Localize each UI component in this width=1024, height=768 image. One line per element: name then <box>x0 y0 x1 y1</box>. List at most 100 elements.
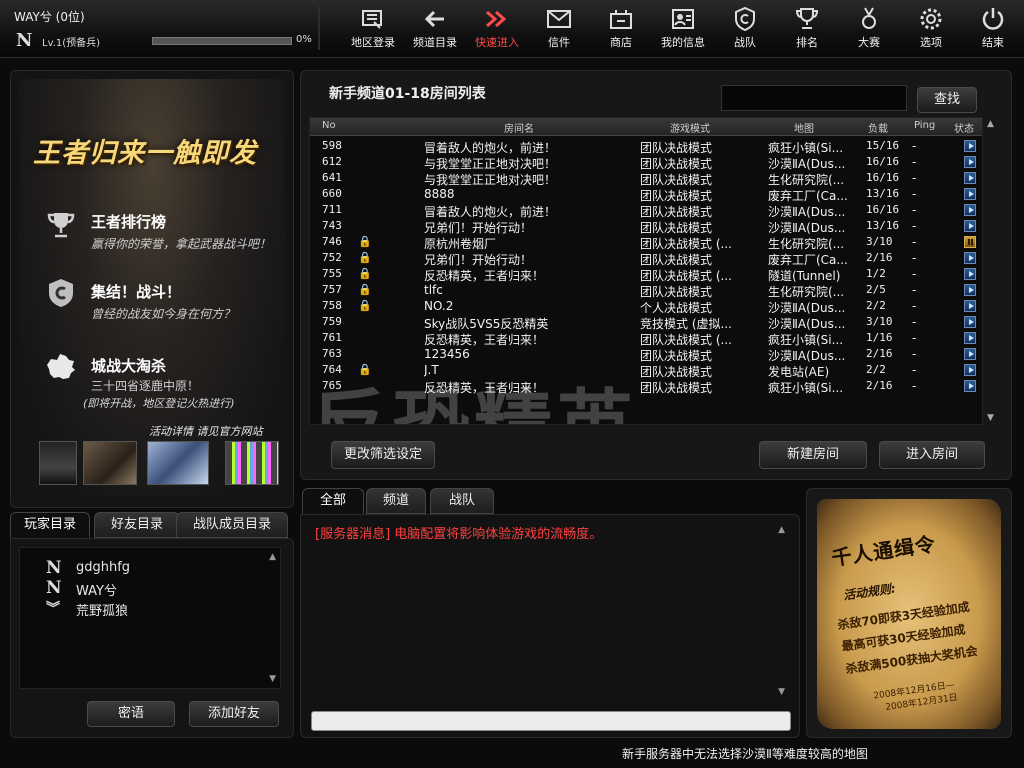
table-row[interactable]: 761 反恐精英，王者归来！ 团队决战模式 (... 疯狂小镇(Si... 1/16- <box>310 330 982 347</box>
nav-shop[interactable]: 商店 <box>590 4 652 52</box>
room-ping: - <box>912 203 917 217</box>
scroll-up-icon[interactable]: ▲ <box>269 552 276 562</box>
room-name: J.T <box>424 363 439 377</box>
player-list[interactable]: N gdghhfg N WAY兮 ︾ 荒野孤狼 ▲ ▼ <box>19 547 281 689</box>
table-row[interactable]: 763 123456 团队决战模式 沙漠ⅡA(Dus... 2/16- <box>310 346 982 363</box>
nav-mail[interactable]: 信件 <box>528 4 590 52</box>
promo-banner[interactable]: 王者归来一触即发 王者排行榜 赢得你的荣誉，拿起武器战斗吧！ 集结！战斗！ 曾经… <box>19 79 285 497</box>
nav-region-login[interactable]: 地区登录 <box>342 4 404 52</box>
power-icon <box>962 4 1024 32</box>
room-list-panel: 新手频道01-18房间列表 查找 反恐精英 No 房间名 游戏模式 地图 负载 … <box>300 70 1012 480</box>
scroll-down-icon[interactable]: ▼ <box>778 687 785 697</box>
feature-title: 王者排行榜 <box>91 213 167 231</box>
divider <box>318 6 320 50</box>
room-number: 612 <box>322 155 342 168</box>
room-ping: - <box>912 331 917 345</box>
nav-label: 选项 <box>920 36 942 49</box>
room-number: 761 <box>322 331 342 344</box>
col-mode[interactable]: 游戏模式 <box>670 120 710 135</box>
room-scrollbar[interactable]: ▲ ▼ <box>985 117 999 425</box>
tab-chat-all[interactable]: 全部 <box>302 488 364 514</box>
table-row[interactable]: 765 反恐精英，王者归来！ 团队决战模式 疯狂小镇(Si... 2/16 - <box>310 378 982 395</box>
table-row[interactable]: 598 冒着敌人的炮火，前进！ 团队决战模式 疯狂小镇(Si... 15/16- <box>310 138 982 155</box>
table-row[interactable]: 746 🔒 原杭州卷烟厂 团队决战模式 (... 生化研究院(... 3/10- <box>310 234 982 251</box>
xp-bar <box>152 37 292 45</box>
room-load: 2/16 <box>866 347 893 360</box>
nav-ranking[interactable]: 排名 <box>776 4 838 52</box>
room-ping: - <box>912 171 917 185</box>
shop-icon <box>590 4 652 32</box>
room-number: 746 <box>322 235 342 248</box>
poster-title: 千人通缉令 <box>830 531 938 571</box>
add-friend-button[interactable]: 添加好友 <box>189 701 279 727</box>
whisper-button[interactable]: 密语 <box>87 701 175 727</box>
chat-log[interactable]: [服务器消息] 电脑配置将影响体验游戏的流畅度。 ▲ ▼ <box>307 519 793 699</box>
room-load: 2/2 <box>866 363 886 376</box>
nav-exit[interactable]: 结束 <box>962 4 1024 52</box>
table-row[interactable]: 660 8888 团队决战模式 废弃工厂(Ca... 13/16- <box>310 186 982 203</box>
table-row[interactable]: 757 🔒 tlfc 团队决战模式 生化研究院(... 2/5- <box>310 282 982 299</box>
nav-channel-list[interactable]: 频道目录 <box>404 4 466 52</box>
scroll-up-icon[interactable]: ▲ <box>987 119 994 129</box>
search-button[interactable]: 查找 <box>917 87 977 113</box>
nav-tournament[interactable]: 大赛 <box>838 4 900 52</box>
col-map[interactable]: 地图 <box>794 120 814 135</box>
room-number: 755 <box>322 267 342 280</box>
play-status-icon <box>964 380 976 392</box>
table-row[interactable]: 759 Sky战队5VS5反恐精英 竞技模式 (虚拟... 沙漠ⅡA(Dus... 3/… <box>310 314 982 331</box>
promo-panel: 王者归来一触即发 王者排行榜 赢得你的荣誉，拿起武器战斗吧！ 集结！战斗！ 曾经… <box>10 70 294 508</box>
tab-player-list[interactable]: 玩家目录 <box>10 512 90 538</box>
tab-chat-channel[interactable]: 频道 <box>366 488 426 514</box>
col-no[interactable]: No <box>322 120 336 131</box>
list-item[interactable]: N gdghhfg <box>46 558 266 578</box>
play-status-icon <box>964 204 976 216</box>
scroll-down-icon[interactable]: ▼ <box>987 413 994 423</box>
col-ping[interactable]: Ping <box>914 120 935 131</box>
lock-icon: 🔒 <box>358 235 372 248</box>
tab-clan-members[interactable]: 战队成员目录 <box>176 512 288 538</box>
scroll-up-icon[interactable]: ▲ <box>778 525 785 535</box>
chat-input[interactable] <box>311 711 791 731</box>
nav-my-info[interactable]: 我的信息 <box>652 4 714 52</box>
poster-rule-label: 活动规则: <box>842 581 897 603</box>
table-row[interactable]: 755 🔒 反恐精英，王者归来！ 团队决战模式 (... 隧道(Tunnel) 1/2- <box>310 266 982 283</box>
room-search-input[interactable] <box>721 85 907 111</box>
player-name: WAY兮 (0位) <box>14 10 85 24</box>
tab-friend-list[interactable]: 好友目录 <box>94 512 180 538</box>
list-item[interactable]: ︾ 荒野孤狼 <box>46 598 266 619</box>
nav-label: 地区登录 <box>351 36 395 49</box>
room-load: 2/2 <box>866 299 886 312</box>
table-row[interactable]: 612 与我堂堂正正地对决吧！ 团队决战模式 沙漠ⅡA(Dus... 16/16- <box>310 154 982 171</box>
table-row[interactable]: 641 与我堂堂正正地对决吧！ 团队决战模式 生化研究院(... 16/16- <box>310 170 982 187</box>
room-number: 752 <box>322 251 342 264</box>
scroll-down-icon[interactable]: ▼ <box>269 674 276 684</box>
list-item[interactable]: N WAY兮 <box>46 578 266 599</box>
play-status-icon <box>964 332 976 344</box>
wanted-poster[interactable]: 千人通缉令 活动规则: 杀敌70即获3天经验加成 最高可获30天经验加成 杀敌满… <box>817 499 1001 729</box>
enter-room-button[interactable]: 进入房间 <box>879 441 985 469</box>
table-row[interactable]: 764 🔒 J.T 团队决战模式 发电站(AE) 2/2- <box>310 362 982 379</box>
tab-chat-clan[interactable]: 战队 <box>430 488 494 514</box>
room-number: 660 <box>322 187 342 200</box>
col-load[interactable]: 负载 <box>868 120 888 135</box>
col-room-name[interactable]: 房间名 <box>504 120 534 135</box>
nav-label: 快速进入 <box>475 36 519 49</box>
table-row[interactable]: 711 冒着敌人的炮火，前进！ 团队决战模式 沙漠ⅡA(Dus... 16/16- <box>310 202 982 219</box>
room-load: 13/16 <box>866 187 900 200</box>
create-room-button[interactable]: 新建房间 <box>759 441 867 469</box>
event-poster-frame: 千人通缉令 活动规则: 杀敌70即获3天经验加成 最高可获30天经验加成 杀敌满… <box>806 488 1012 738</box>
table-row[interactable]: 758 🔒 NO.2 个人决战模式 沙漠ⅡA(Dus... 2/2- <box>310 298 982 315</box>
room-number: 765 <box>322 379 342 392</box>
nav-quick-join[interactable]: 快速进入 <box>466 4 528 52</box>
table-row[interactable]: 743 兄弟们！开始行动！ 团队决战模式 沙漠ⅡA(Dus... 13/16- <box>310 218 982 235</box>
lock-icon: 🔒 <box>358 363 372 376</box>
room-load: 13/16 <box>866 219 900 232</box>
nav-options[interactable]: 选项 <box>900 4 962 52</box>
table-row[interactable]: 752 🔒 兄弟们！开始行动！ 团队决战模式 废弃工厂(Ca... 2/16- <box>310 250 982 267</box>
change-filter-button[interactable]: 更改筛选设定 <box>331 441 435 469</box>
clan-shield-icon <box>45 277 77 309</box>
room-name: tlfc <box>424 283 443 297</box>
col-status[interactable]: 状态 <box>954 120 974 135</box>
player-name: 荒野孤狼 <box>76 604 129 619</box>
nav-clan[interactable]: 战队 <box>714 4 776 52</box>
